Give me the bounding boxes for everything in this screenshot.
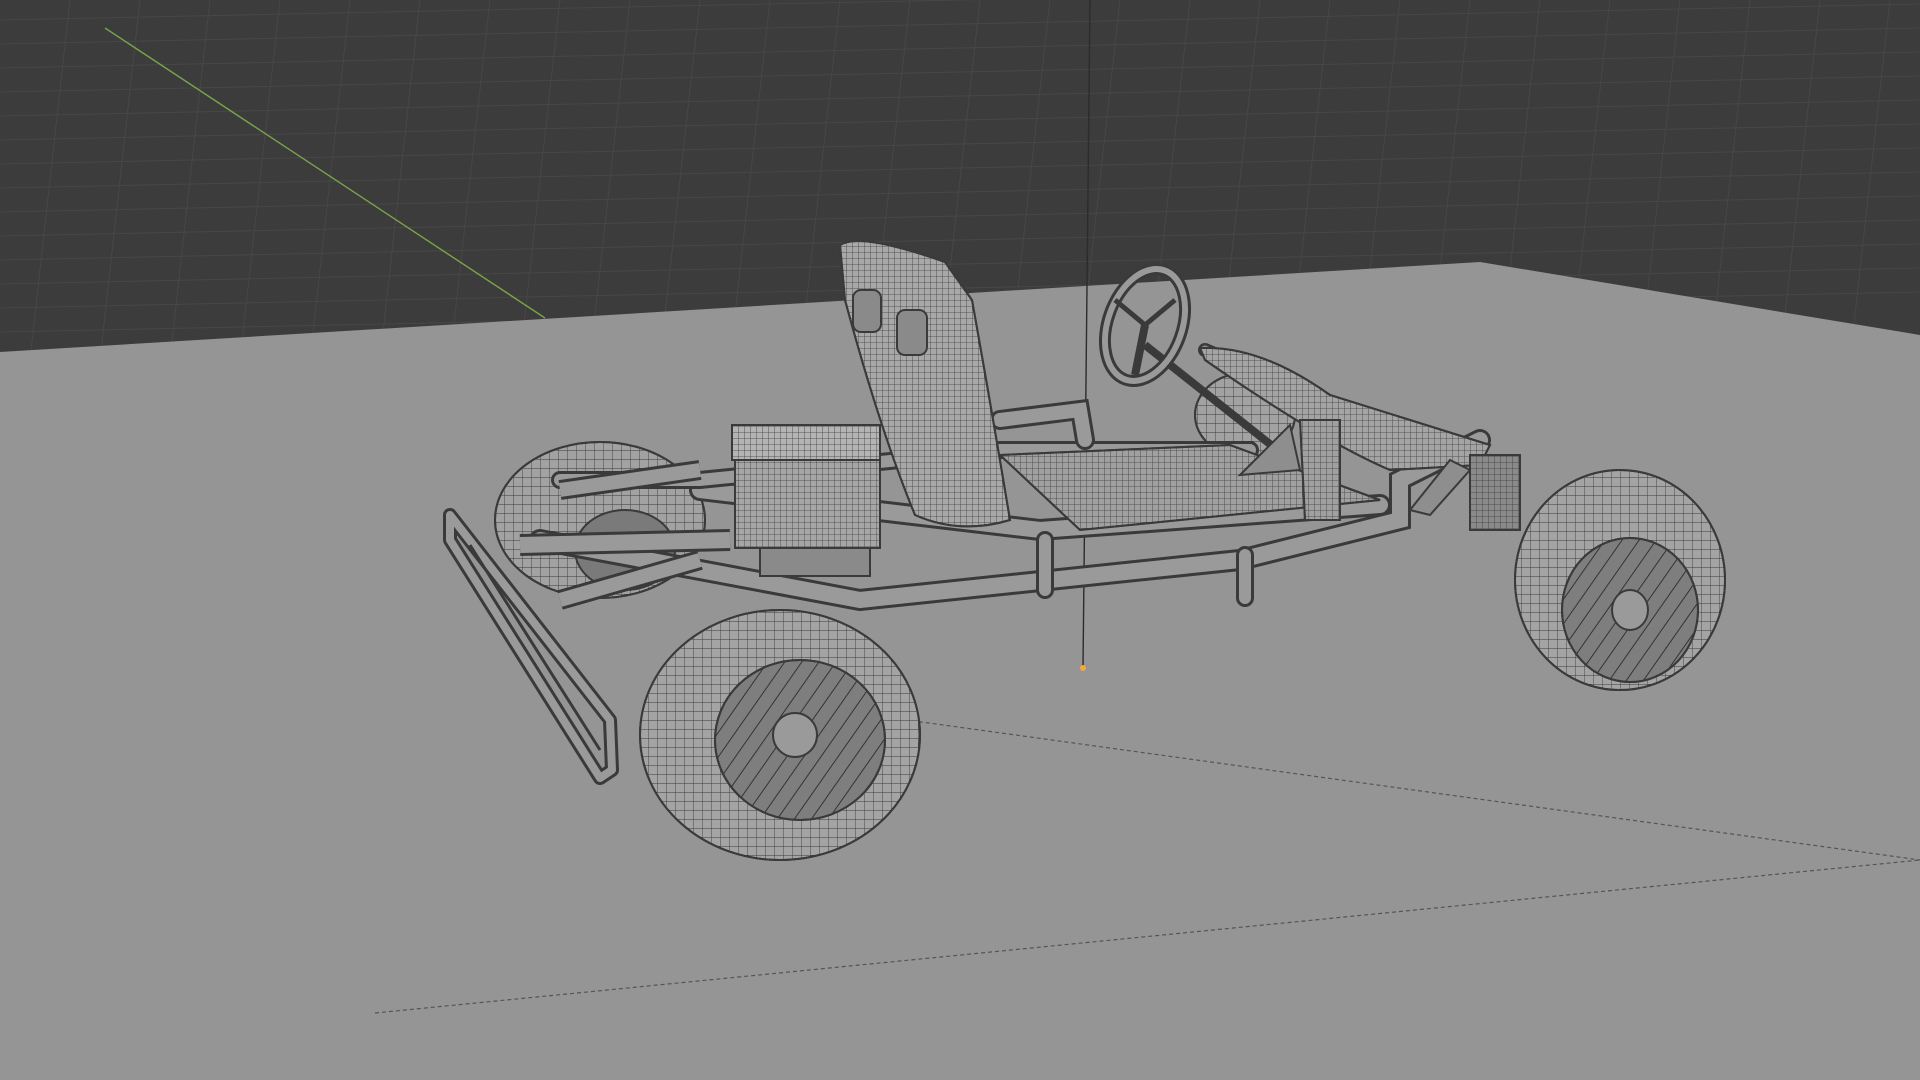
3d-viewport[interactable] — [0, 0, 1920, 1080]
front-left-wheel[interactable] — [1514, 469, 1726, 691]
origin-point[interactable] — [1080, 665, 1086, 671]
viewport-canvas[interactable] — [0, 0, 1920, 1080]
rear-right-wheel[interactable] — [639, 609, 921, 861]
